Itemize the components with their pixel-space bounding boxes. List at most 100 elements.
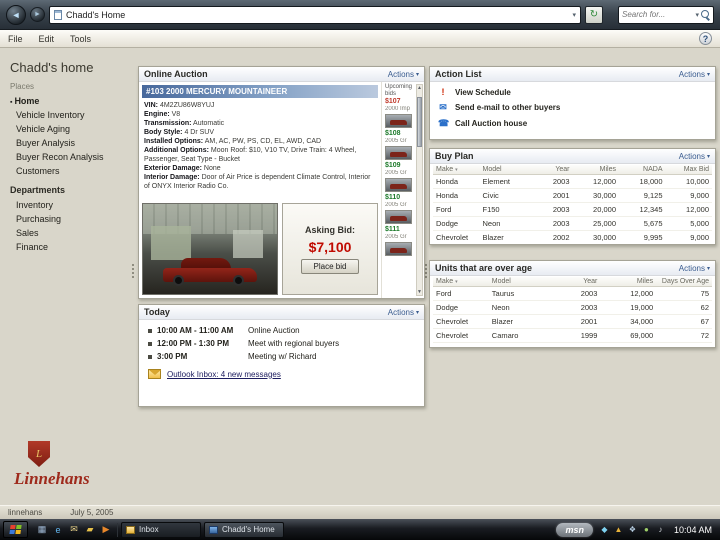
- place-bid-button[interactable]: Place bid: [300, 258, 360, 274]
- msn-button[interactable]: msn: [556, 522, 593, 537]
- sidebar: Chadd's home Places HomeVehicle Inventory…: [0, 48, 132, 505]
- content-area: Online Auction Actions ▾ #103 2000 MERCUR…: [132, 48, 720, 505]
- table-row[interactable]: Chevrolet Camaro 1999 69,000 72: [433, 328, 712, 343]
- column-header-miles[interactable]: Miles: [600, 277, 657, 287]
- schedule-item[interactable]: 10:00 AM - 11:00 AM Online Auction: [148, 326, 415, 335]
- sidebar-item-buyer-recon-analysis[interactable]: Buyer Recon Analysis: [10, 150, 128, 164]
- forward-button[interactable]: ►: [30, 7, 45, 22]
- search-dropdown-icon[interactable]: ▾: [695, 11, 699, 19]
- panel-actions-button[interactable]: Actions ▾: [679, 264, 710, 273]
- outlook-inbox-link[interactable]: Outlook Inbox: 4 new messages: [148, 369, 415, 379]
- action-item[interactable]: ✉ Send e-mail to other buyers: [438, 102, 707, 113]
- panel-actions-button[interactable]: Actions ▾: [679, 152, 710, 161]
- upcoming-lot[interactable]: $110 2005 Gr: [385, 194, 414, 224]
- page-title: Chadd's home: [10, 60, 94, 75]
- taskbar-task-inbox[interactable]: Inbox: [121, 521, 201, 538]
- volume-icon[interactable]: ♪: [655, 524, 666, 536]
- clock[interactable]: 10:04 AM: [672, 525, 717, 535]
- column-splitter[interactable]: [132, 264, 134, 278]
- lot-thumbnail: [385, 146, 412, 160]
- folder-icon[interactable]: ▰: [83, 523, 97, 537]
- schedule-item[interactable]: 3:00 PM Meeting w/ Richard: [148, 352, 415, 361]
- table-row[interactable]: Honda Element 2003 12,000 18,000 10,000: [433, 174, 712, 189]
- dealer-logo-text: Linnehans: [14, 469, 90, 488]
- upcoming-bids-label: Upcoming bids: [385, 84, 413, 97]
- mail-icon[interactable]: ✉: [67, 523, 81, 537]
- dealer-logo: L Linnehans: [14, 441, 90, 489]
- search-input[interactable]: [622, 10, 680, 19]
- vehicle-photo: [142, 203, 278, 295]
- scrollbar[interactable]: ▲ ▼: [416, 84, 423, 296]
- action-item[interactable]: ! View Schedule: [438, 87, 707, 97]
- table-row[interactable]: Chevrolet Blazer 2001 34,000 67: [433, 314, 712, 329]
- sidebar-item-vehicle-inventory[interactable]: Vehicle Inventory: [10, 108, 128, 122]
- sidebar-item-sales[interactable]: Sales: [10, 226, 128, 240]
- column-splitter[interactable]: [425, 264, 427, 278]
- table-row[interactable]: Dodge Neon 2003 19,000 62: [433, 300, 712, 315]
- action-item[interactable]: ☎ Call Auction house: [438, 118, 707, 129]
- scrollbar-thumb[interactable]: [417, 97, 422, 147]
- table-row[interactable]: Dodge Neon 2003 25,000 5,675 5,000: [433, 216, 712, 231]
- messenger-icon[interactable]: ◆: [599, 524, 610, 536]
- taskbar-task-chadd-s-home[interactable]: Chadd's Home: [204, 521, 284, 538]
- upcoming-lot[interactable]: $107 2000 Imp: [385, 98, 414, 128]
- refresh-button[interactable]: ↻: [585, 5, 603, 24]
- menu-edit[interactable]: Edit: [39, 34, 55, 44]
- sidebar-item-home[interactable]: Home: [10, 94, 128, 108]
- column-header-miles[interactable]: Miles: [572, 165, 619, 175]
- sidebar-item-purchasing[interactable]: Purchasing: [10, 212, 128, 226]
- show-desktop-icon[interactable]: ▦: [35, 523, 49, 537]
- sidebar-item-vehicle-aging[interactable]: Vehicle Aging: [10, 122, 128, 136]
- upcoming-lot[interactable]: $108 2005 Gr: [385, 130, 414, 160]
- column-header-year[interactable]: Year: [544, 277, 601, 287]
- column-header-year[interactable]: Year: [526, 165, 573, 175]
- panel-actions-button[interactable]: Actions ▾: [388, 308, 419, 317]
- column-header-model[interactable]: Model: [479, 165, 526, 175]
- main-area: Chadd's home Places HomeVehicle Inventory…: [0, 48, 720, 505]
- search-icon[interactable]: [701, 10, 710, 19]
- update-icon[interactable]: ●: [641, 524, 652, 536]
- scroll-up-icon[interactable]: ▲: [417, 85, 422, 91]
- upcoming-lot[interactable]: $109 2005 Gr: [385, 162, 414, 192]
- column-header-nada[interactable]: NADA: [619, 165, 666, 175]
- column-header-days-over-age[interactable]: Days Over Age: [656, 277, 712, 287]
- sidebar-item-buyer-analysis[interactable]: Buyer Analysis: [10, 136, 128, 150]
- status-bar: linnehans July 5, 2005: [0, 505, 720, 519]
- address-dropdown-icon[interactable]: ▾: [572, 11, 576, 19]
- auction-detail: Additional Options: Moon Roof: $10, V10 …: [144, 147, 357, 163]
- panel-actions-button[interactable]: Actions ▾: [679, 70, 710, 79]
- scroll-down-icon[interactable]: ▼: [417, 289, 422, 295]
- panel-actions-button[interactable]: Actions ▾: [388, 70, 419, 79]
- panel-title: Action List: [435, 69, 482, 79]
- network-icon[interactable]: ❖: [627, 524, 638, 536]
- column-header-make[interactable]: Make ▾: [433, 165, 480, 175]
- sidebar-item-finance[interactable]: Finance: [10, 240, 128, 254]
- table-row[interactable]: Ford Taurus 2003 12,000 75: [433, 286, 712, 301]
- sidebar-item-inventory[interactable]: Inventory: [10, 198, 128, 212]
- upcoming-lot[interactable]: $111 2005 Gr: [385, 226, 414, 256]
- media-player-icon[interactable]: ▶: [99, 523, 113, 537]
- table-row[interactable]: Chevrolet Blazer 2002 30,000 9,995 9,000: [433, 230, 712, 244]
- lot-thumbnail: [385, 114, 412, 128]
- column-header-make[interactable]: Make ▾: [433, 277, 489, 287]
- bullet-icon: [148, 354, 152, 359]
- start-button[interactable]: [3, 521, 28, 538]
- upcoming-bids-rail: Upcoming bids $107 2000 Imp $108 2005 Gr $10…: [381, 82, 424, 298]
- sidebar-item-customers[interactable]: Customers: [10, 164, 128, 178]
- menu-tools[interactable]: Tools: [70, 34, 91, 44]
- asking-bid-box: Asking Bid: $7,100 Place bid: [282, 203, 378, 295]
- chevron-down-icon: ▾: [415, 71, 419, 78]
- ie-icon[interactable]: e: [51, 523, 65, 537]
- address-bar[interactable]: Chadd's Home ▾: [49, 5, 581, 24]
- search-box[interactable]: ▾: [618, 5, 714, 24]
- auction-detail: Body Style: 4 Dr SUV: [144, 129, 215, 136]
- table-row[interactable]: Honda Civic 2001 30,000 9,125 9,000: [433, 188, 712, 203]
- back-button[interactable]: ◄: [6, 4, 26, 25]
- table-row[interactable]: Ford F150 2003 20,000 12,345 12,000: [433, 202, 712, 217]
- menu-file[interactable]: File: [8, 34, 23, 44]
- column-header-model[interactable]: Model: [488, 277, 545, 287]
- help-icon[interactable]: ?: [699, 32, 712, 45]
- security-icon[interactable]: ▲: [613, 524, 624, 536]
- schedule-item[interactable]: 12:00 PM - 1:30 PM Meet with regional buy…: [148, 339, 415, 348]
- column-header-max-bid[interactable]: Max Bid: [665, 165, 712, 175]
